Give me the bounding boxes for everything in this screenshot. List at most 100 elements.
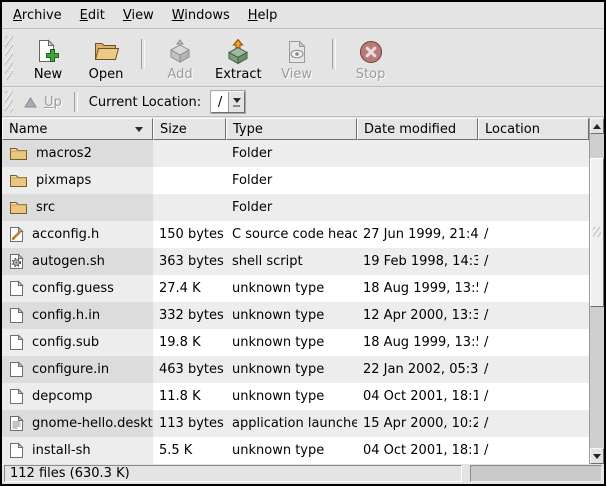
file-size: 463 bytes bbox=[153, 356, 226, 383]
toolbar-separator bbox=[141, 39, 145, 69]
file-name: pixmaps bbox=[36, 173, 91, 188]
extract-icon bbox=[225, 38, 251, 66]
file-type: unknown type bbox=[226, 383, 357, 410]
vertical-scrollbar[interactable] bbox=[589, 118, 604, 464]
document-icon bbox=[9, 280, 24, 297]
table-row[interactable]: macros2 Folder bbox=[2, 140, 589, 167]
file-date-modified: 27 Jun 1999, 21:49 bbox=[357, 221, 478, 248]
menu-help[interactable]: Help bbox=[239, 4, 287, 27]
file-name: config.guess bbox=[32, 281, 114, 296]
status-bar: 112 files (630.3 K) bbox=[2, 464, 604, 484]
table-row[interactable]: pixmaps Folder bbox=[2, 167, 589, 194]
file-name: acconfig.h bbox=[32, 227, 99, 242]
scrollbar-thumb[interactable] bbox=[590, 158, 604, 307]
location-value[interactable]: / bbox=[212, 92, 229, 112]
file-date-modified: 15 Apr 2000, 10:21 bbox=[357, 410, 478, 437]
up-arrow-icon bbox=[24, 97, 37, 108]
chevron-down-icon bbox=[233, 98, 241, 103]
file-type: shell script bbox=[226, 248, 357, 275]
file-location bbox=[478, 194, 589, 221]
scroll-up-button[interactable] bbox=[590, 118, 604, 134]
file-location: / bbox=[478, 221, 589, 248]
file-date-modified: 19 Feb 1998, 14:31 bbox=[357, 248, 478, 275]
column-header-name-label: Name bbox=[9, 122, 47, 137]
scroll-down-button[interactable] bbox=[590, 448, 604, 464]
table-row[interactable]: config.h.in 332 bytes unknown type 12 Ap… bbox=[2, 302, 589, 329]
extract-button[interactable]: Extract bbox=[209, 32, 268, 85]
column-header-date-modified[interactable]: Date modified bbox=[357, 118, 478, 140]
triangle-down-icon bbox=[593, 454, 601, 459]
table-row[interactable]: config.sub 19.8 K unknown type 18 Aug 19… bbox=[2, 329, 589, 356]
file-date-modified: 12 Apr 2000, 13:36 bbox=[357, 302, 478, 329]
file-size: 363 bytes bbox=[153, 248, 226, 275]
file-date-modified: 04 Oct 2001, 18:12 bbox=[357, 383, 478, 410]
table-row[interactable]: gnome-hello.desktop 113 bytes applicatio… bbox=[2, 410, 589, 437]
open-button[interactable]: Open bbox=[77, 32, 135, 85]
dropdown-dash bbox=[233, 105, 240, 107]
file-type: unknown type bbox=[226, 275, 357, 302]
menu-edit[interactable]: Edit bbox=[71, 4, 114, 27]
column-header-name[interactable]: Name bbox=[2, 118, 153, 140]
file-date-modified: 18 Aug 1999, 13:53 bbox=[357, 329, 478, 356]
toolbar: New Open Add Extract View Stop bbox=[2, 30, 604, 86]
table-row[interactable]: configure.in 463 bytes unknown type 22 J… bbox=[2, 356, 589, 383]
file-size: 27.4 K bbox=[153, 275, 226, 302]
file-list: macros2 Folder pixmaps Folder src Folder… bbox=[2, 140, 589, 464]
toolbar-separator bbox=[332, 39, 336, 69]
file-type: unknown type bbox=[226, 302, 357, 329]
location-combobox[interactable]: / bbox=[211, 91, 245, 113]
table-row[interactable]: autogen.sh 363 bytes shell script 19 Feb… bbox=[2, 248, 589, 275]
file-location: / bbox=[478, 302, 589, 329]
file-count-status: 112 files (630.3 K) bbox=[4, 465, 462, 482]
menu-archive[interactable]: Archive bbox=[4, 4, 71, 27]
toolbar-drag-handle[interactable] bbox=[5, 36, 13, 80]
column-header-location[interactable]: Location bbox=[478, 118, 589, 140]
file-type: unknown type bbox=[226, 356, 357, 383]
table-row[interactable]: depcomp 11.8 K unknown type 04 Oct 2001,… bbox=[2, 383, 589, 410]
text-document-icon bbox=[9, 415, 24, 432]
sort-descending-icon bbox=[135, 127, 143, 132]
up-button: Up bbox=[17, 92, 69, 113]
status-text: 112 files (630.3 K) bbox=[10, 466, 130, 481]
progress-area bbox=[470, 465, 602, 482]
up-button-label: Up bbox=[44, 95, 62, 110]
file-date-modified: 22 Jan 2002, 05:35 bbox=[357, 356, 478, 383]
table-row[interactable]: config.guess 27.4 K unknown type 18 Aug … bbox=[2, 275, 589, 302]
file-type: Folder bbox=[226, 167, 357, 194]
file-size bbox=[153, 194, 226, 221]
file-location bbox=[478, 140, 589, 167]
new-button[interactable]: New bbox=[19, 32, 77, 85]
new-archive-icon bbox=[35, 38, 61, 66]
file-date-modified bbox=[357, 140, 478, 167]
file-date-modified bbox=[357, 194, 478, 221]
file-size bbox=[153, 167, 226, 194]
locationbar-drag-handle[interactable] bbox=[5, 91, 13, 113]
document-icon bbox=[9, 334, 24, 351]
file-location: / bbox=[478, 383, 589, 410]
menu-view[interactable]: View bbox=[114, 4, 163, 27]
file-size: 150 bytes bbox=[153, 221, 226, 248]
file-name: autogen.sh bbox=[32, 254, 105, 269]
file-name: install-sh bbox=[32, 443, 91, 458]
menu-windows[interactable]: Windows bbox=[163, 4, 239, 27]
location-bar: Up Current Location: / bbox=[2, 88, 604, 116]
stop-button: Stop bbox=[342, 32, 400, 85]
location-dropdown-button[interactable] bbox=[229, 92, 244, 112]
file-type: Folder bbox=[226, 140, 357, 167]
file-table: Name Size Type Date modified Location ma… bbox=[2, 118, 604, 464]
file-name: config.h.in bbox=[32, 308, 100, 323]
file-location: / bbox=[478, 437, 589, 464]
triangle-up-icon bbox=[593, 124, 601, 129]
file-type: unknown type bbox=[226, 437, 357, 464]
view-button-label: View bbox=[281, 68, 312, 82]
column-header-size[interactable]: Size bbox=[153, 118, 226, 140]
table-row[interactable]: src Folder bbox=[2, 194, 589, 221]
source-document-icon bbox=[9, 226, 24, 243]
table-row[interactable]: install-sh 5.5 K unknown type 04 Oct 200… bbox=[2, 437, 589, 464]
column-header-type[interactable]: Type bbox=[226, 118, 357, 140]
open-archive-icon bbox=[92, 38, 120, 66]
file-size: 332 bytes bbox=[153, 302, 226, 329]
table-row[interactable]: acconfig.h 150 bytes C source code heade… bbox=[2, 221, 589, 248]
document-icon bbox=[9, 307, 24, 324]
add-button: Add bbox=[151, 32, 209, 85]
